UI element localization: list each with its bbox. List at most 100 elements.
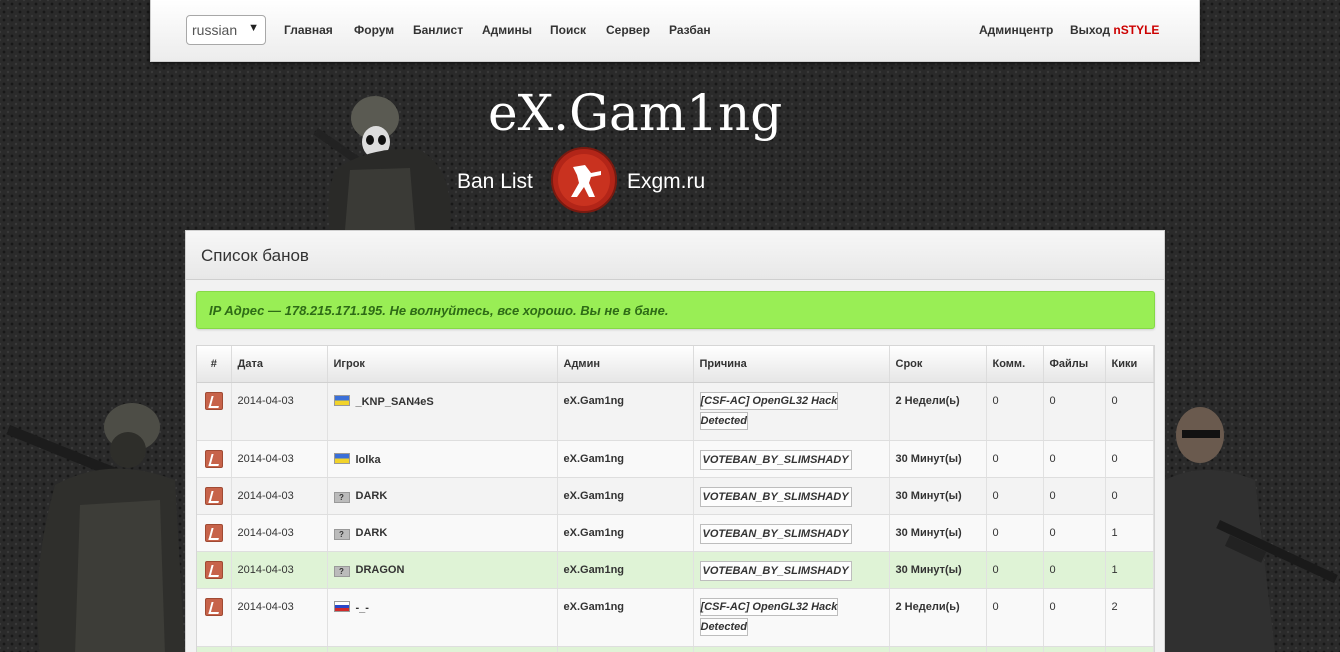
table-row[interactable] — [197, 646, 1154, 652]
row-files: 0 — [1043, 551, 1106, 589]
col-header-admin[interactable]: Админ — [557, 346, 694, 383]
row-reason-cont: Detected — [699, 617, 748, 636]
row-kicks: 0 — [1105, 382, 1154, 441]
row-comments: 0 — [986, 382, 1044, 441]
col-header-files[interactable]: Файлы — [1043, 346, 1106, 383]
nav-link-unban[interactable]: Разбан — [669, 23, 711, 37]
row-files: 0 — [1043, 382, 1106, 441]
panel-title: Список банов — [186, 231, 1164, 280]
unknown-flag-icon: ? — [333, 565, 350, 577]
row-comments: 0 — [986, 514, 1044, 552]
row-reason: [CSF-AC] OpenGL32 Hack — [699, 597, 839, 616]
row-admin: eX.Gam1ng — [557, 440, 694, 478]
col-header-date[interactable]: Дата — [231, 346, 328, 383]
row-files: 0 — [1043, 514, 1106, 552]
table-row[interactable]: 2014-04-03 -_- eX.Gam1ng [CSF-AC] OpenGL… — [197, 588, 1154, 647]
row-player: -_- — [355, 601, 369, 614]
ukraine-flag-icon — [333, 394, 350, 406]
cs-logo-icon — [551, 147, 617, 213]
row-player: DARK — [355, 489, 388, 502]
nav-link-admin-center[interactable]: Админцентр — [979, 23, 1053, 37]
table-row[interactable]: 2014-04-03 lolka eX.Gam1ng VOTEBAN_BY_SL… — [197, 440, 1154, 478]
row-reason: VOTEBAN_BY_SLIMSHADY — [699, 486, 852, 507]
row-admin: eX.Gam1ng — [557, 382, 694, 441]
game-icon — [204, 560, 223, 579]
col-header-reason[interactable]: Причина — [693, 346, 890, 383]
row-term: 2 Недели(ь) — [889, 382, 987, 441]
row-reason: [CSF-AC] OpenGL32 Hack — [699, 391, 839, 410]
row-admin: eX.Gam1ng — [557, 514, 694, 552]
row-kicks: 0 — [1105, 440, 1154, 478]
row-files: 0 — [1043, 588, 1106, 647]
row-kicks: 2 — [1105, 588, 1154, 647]
col-header-number[interactable]: # — [197, 346, 232, 383]
nav-link-banlist[interactable]: Банлист — [413, 23, 463, 37]
game-icon — [204, 391, 223, 410]
nav-link-search[interactable]: Поиск — [550, 23, 586, 37]
nav-link-admins[interactable]: Админы — [482, 23, 532, 37]
row-comments: 0 — [986, 477, 1044, 515]
game-icon — [204, 597, 223, 616]
game-icon — [204, 523, 223, 542]
row-term: 30 Минут(ы) — [889, 514, 987, 552]
row-date: 2014-04-03 — [231, 514, 328, 552]
col-header-comments[interactable]: Комм. — [986, 346, 1044, 383]
username: nSTYLE — [1113, 23, 1160, 37]
row-date: 2014-04-03 — [231, 551, 328, 589]
soldier-right-image — [1160, 407, 1338, 652]
row-kicks: 0 — [1105, 477, 1154, 515]
row-date: 2014-04-03 — [231, 382, 328, 441]
logout-label: Выход — [1070, 23, 1111, 37]
row-reason: VOTEBAN_BY_SLIMSHADY — [699, 523, 852, 544]
row-date: 2014-04-03 — [231, 477, 328, 515]
row-files: 0 — [1043, 477, 1106, 515]
unknown-flag-icon: ? — [333, 491, 350, 503]
row-admin: eX.Gam1ng — [557, 477, 694, 515]
row-files: 0 — [1043, 440, 1106, 478]
row-reason-cont: Detected — [699, 411, 748, 430]
row-term: 30 Минут(ы) — [889, 440, 987, 478]
table-row[interactable]: 2014-04-03 ? DARK eX.Gam1ng VOTEBAN_BY_SL… — [197, 514, 1154, 552]
row-admin: eX.Gam1ng — [557, 551, 694, 589]
ban-list-label: Ban List — [457, 170, 533, 193]
table-row[interactable]: 2014-04-03 ? DRAGON eX.Gam1ng VOTEBAN_BY_… — [197, 551, 1154, 589]
ban-table-container: # Дата Игрок Админ Причина Срок Комм. Фа… — [196, 345, 1155, 652]
row-term: 2 Недели(ь) — [889, 588, 987, 647]
row-player: _KNP_SAN4eS — [355, 395, 434, 408]
status-alert: IP Адрес — 178.215.171.195. Не волнуйтес… — [196, 291, 1155, 329]
game-icon — [204, 449, 223, 468]
row-date: 2014-04-03 — [231, 588, 328, 647]
site-domain-label: Exgm.ru — [627, 170, 706, 193]
ban-table: # Дата Игрок Админ Причина Срок Комм. Фа… — [197, 346, 1154, 652]
language-select[interactable]: russian ▼ — [186, 15, 266, 45]
row-comments: 0 — [986, 551, 1044, 589]
game-icon — [204, 486, 223, 505]
row-admin: eX.Gam1ng — [557, 588, 694, 647]
table-header-row: # Дата Игрок Админ Причина Срок Комм. Фа… — [197, 346, 1154, 383]
logout-link[interactable]: Выход nSTYLE — [1070, 23, 1159, 37]
col-header-player[interactable]: Игрок — [327, 346, 558, 383]
nav-link-forum[interactable]: Форум — [354, 23, 394, 37]
language-select-value: russian — [192, 22, 238, 38]
soldier-left-image — [6, 403, 185, 652]
soldier-top-image — [313, 96, 451, 230]
table-row[interactable]: 2014-04-03 ? DARK eX.Gam1ng VOTEBAN_BY_SL… — [197, 477, 1154, 515]
site-title: eX.Gam1ng — [488, 84, 783, 142]
ukraine-flag-icon — [333, 452, 350, 464]
row-player: DRAGON — [355, 563, 405, 576]
row-kicks: 1 — [1105, 514, 1154, 552]
nav-link-home[interactable]: Главная — [284, 23, 333, 37]
top-navbar: russian ▼ Главная Форум Банлист Админы П… — [150, 0, 1200, 62]
row-term: 30 Минут(ы) — [889, 477, 987, 515]
unknown-flag-icon: ? — [333, 528, 350, 540]
ban-list-panel: Список банов IP Адрес — 178.215.171.195.… — [185, 230, 1165, 652]
col-header-term[interactable]: Срок — [889, 346, 987, 383]
row-kicks: 1 — [1105, 551, 1154, 589]
table-row[interactable]: 2014-04-03 _KNP_SAN4eS eX.Gam1ng [CSF-AC… — [197, 382, 1154, 441]
row-reason: VOTEBAN_BY_SLIMSHADY — [699, 560, 852, 581]
nav-link-server[interactable]: Сервер — [606, 23, 650, 37]
col-header-kicks[interactable]: Кики — [1105, 346, 1154, 383]
row-player: lolka — [355, 453, 381, 466]
russia-flag-icon — [333, 600, 350, 612]
row-player: DARK — [355, 526, 388, 539]
